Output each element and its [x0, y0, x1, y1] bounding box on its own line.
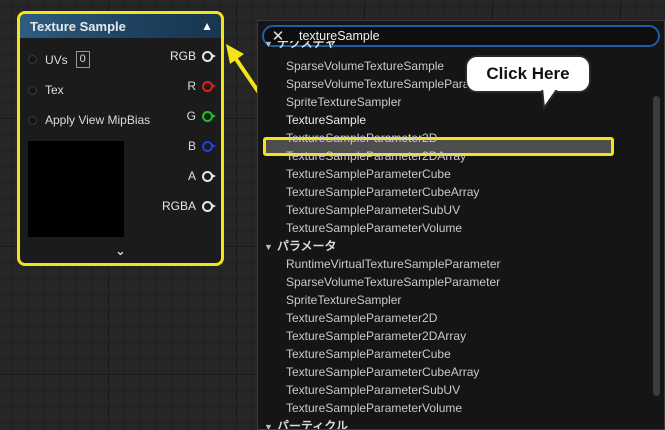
input-pin-icon[interactable]	[28, 115, 37, 125]
input-pin-icon[interactable]	[28, 85, 37, 95]
tex-pin[interactable]: Tex	[28, 83, 64, 97]
a-label: A	[187, 169, 196, 183]
search-results-panel[interactable]: ✕ ▼テクスチャ SparseVolumeTextureSample Spars…	[257, 20, 665, 430]
list-item[interactable]: SparseVolumeTextureSampleParameter	[286, 273, 500, 291]
list-item[interactable]: SpriteTextureSampler	[286, 93, 401, 111]
category-header-cut[interactable]: ▼ テクスチャ	[264, 41, 336, 51]
category-label: テクスチャ	[276, 41, 337, 50]
tex-label: Tex	[45, 83, 64, 97]
collapse-triangle-icon[interactable]: ▼	[264, 422, 273, 429]
category-label: パラメータ	[276, 239, 337, 253]
apply-view-mipbias-pin[interactable]: Apply View MipBias	[28, 113, 150, 127]
list-item[interactable]: SpriteTextureSampler	[286, 291, 401, 309]
output-pin-icon[interactable]	[202, 110, 216, 122]
apply-view-mipbias-label: Apply View MipBias	[45, 113, 151, 127]
scrollbar[interactable]	[653, 96, 660, 396]
b-label: B	[187, 139, 196, 153]
rgba-label: RGBA	[161, 199, 196, 213]
list-item[interactable]: TextureSampleParameterCubeArray	[286, 363, 479, 381]
collapse-triangle-icon[interactable]: ▼	[264, 242, 273, 252]
output-pin-icon[interactable]	[202, 80, 216, 92]
r-label: R	[187, 79, 196, 93]
output-pin-b[interactable]: B	[187, 139, 216, 153]
texture-sample-node[interactable]: Texture Sample ▲ UVs 0 Tex Apply View Mi…	[17, 11, 224, 266]
output-pin-a[interactable]: A	[187, 169, 216, 183]
list-item[interactable]: TextureSampleParameter2D	[286, 309, 437, 327]
collapse-triangle-icon[interactable]: ▼	[264, 41, 273, 49]
list-item[interactable]: TextureSampleParameterCubeArray	[286, 183, 479, 201]
category-header-particles[interactable]: ▼ パーティクル	[264, 417, 348, 429]
category-label: パーティクル	[276, 419, 348, 429]
uvs-value-field[interactable]: 0	[75, 51, 90, 68]
node-header[interactable]: Texture Sample ▲	[20, 14, 221, 38]
output-pin-rgba[interactable]: RGBA	[161, 199, 216, 213]
output-pin-icon[interactable]	[202, 140, 216, 152]
list-item[interactable]: TextureSampleParameterCube	[286, 345, 451, 363]
uvs-label: UVs	[45, 52, 68, 67]
category-header-parameters[interactable]: ▼ パラメータ	[264, 237, 337, 255]
list-item[interactable]: TextureSampleParameter2D	[286, 129, 437, 147]
rgb-label: RGB	[169, 49, 196, 63]
list-item-selected[interactable]: TextureSample	[286, 111, 366, 129]
output-pin-g[interactable]: G	[186, 109, 216, 123]
output-pin-rgb[interactable]: RGB	[169, 49, 216, 63]
search-input[interactable]	[297, 28, 601, 44]
list-item[interactable]: TextureSampleParameter2DArray	[286, 327, 466, 345]
list-item[interactable]: TextureSampleParameterCube	[286, 165, 451, 183]
output-pin-icon[interactable]	[202, 170, 216, 182]
output-pin-icon[interactable]	[202, 50, 216, 62]
output-pin-icon[interactable]	[202, 200, 216, 212]
input-pin-icon[interactable]	[28, 55, 37, 64]
list-item[interactable]: TextureSampleParameterSubUV	[286, 381, 460, 399]
list-item[interactable]: RuntimeVirtualTextureSampleParameter	[286, 255, 501, 273]
output-pin-r[interactable]: R	[187, 79, 216, 93]
list-item[interactable]: TextureSampleParameter2DArray	[286, 147, 466, 165]
callout-tail	[540, 88, 560, 110]
chevron-down-icon[interactable]: ⌄	[115, 243, 126, 259]
list-item[interactable]: TextureSampleParameterSubUV	[286, 201, 460, 219]
list-item[interactable]: SparseVolumeTextureSample	[286, 57, 444, 75]
texture-preview	[28, 141, 124, 237]
g-label: G	[186, 109, 196, 123]
uvs-pin[interactable]: UVs 0	[28, 51, 90, 68]
list-item[interactable]: TextureSampleParameterVolume	[286, 399, 462, 417]
node-title: Texture Sample	[30, 18, 126, 34]
click-here-callout: Click Here	[465, 55, 591, 93]
collapse-icon[interactable]: ▲	[201, 19, 213, 33]
list-item[interactable]: TextureSampleParameterVolume	[286, 219, 462, 237]
